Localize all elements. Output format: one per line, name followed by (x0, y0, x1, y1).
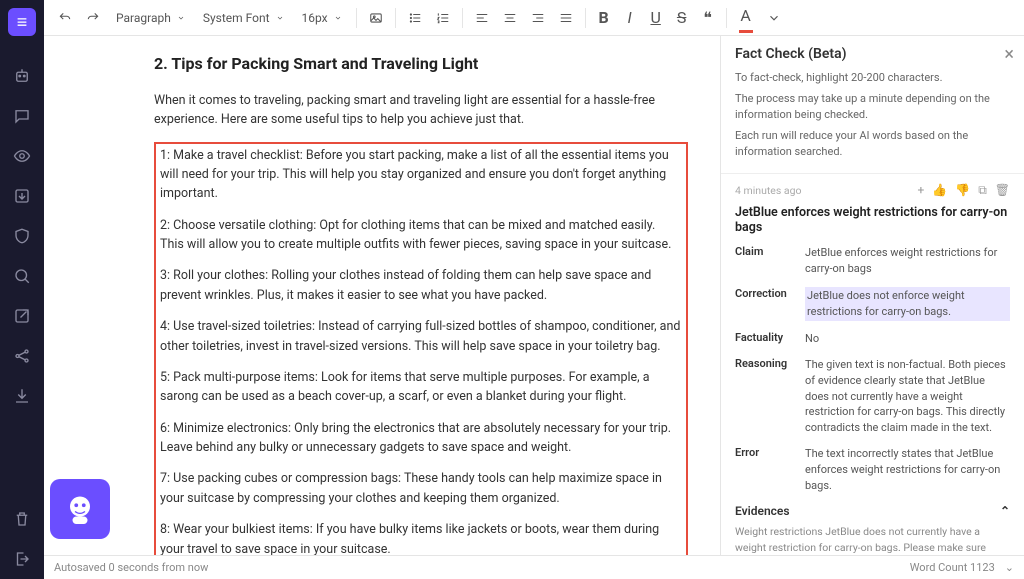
list-item: 6: Minimize electronics: Only bring the … (160, 419, 682, 458)
list-item: 1: Make a travel checklist: Before you s… (160, 146, 682, 204)
list-item: 2: Choose versatile clothing: Opt for cl… (160, 216, 682, 255)
search-icon[interactable] (6, 260, 38, 292)
reasoning-label: Reasoning (735, 357, 797, 437)
bot-icon[interactable] (6, 60, 38, 92)
bold-button[interactable]: B (592, 5, 616, 31)
fontsize-dropdown[interactable]: 16px (294, 8, 350, 28)
evidence-text: Weight restrictions JetBlue does not cur… (735, 524, 1010, 555)
download-icon[interactable] (6, 380, 38, 412)
claim-label: Claim (735, 245, 797, 277)
evidences-toggle[interactable]: Evidences⌃ (735, 504, 1010, 518)
factuality-value: No (805, 331, 1010, 347)
reasoning-value: The given text is non-factual. Both piec… (805, 357, 1010, 437)
error-label: Error (735, 446, 797, 494)
redo-button[interactable] (80, 5, 106, 31)
close-panel-button[interactable]: × (1004, 44, 1014, 65)
underline-button[interactable]: U (644, 5, 668, 31)
highlighted-list: 1: Make a travel checklist: Before you s… (154, 142, 688, 555)
external-icon[interactable] (6, 300, 38, 332)
thumbs-down-icon[interactable]: 👎 (955, 183, 970, 198)
align-right-button[interactable] (525, 5, 551, 31)
image-button[interactable] (363, 5, 389, 31)
result-title: JetBlue enforces weight restrictions for… (735, 205, 1010, 235)
word-count: Word Count 1123 (910, 561, 995, 574)
correction-value: JetBlue does not enforce weight restrict… (805, 287, 1010, 321)
document-editor[interactable]: 2. Tips for Packing Smart and Traveling … (44, 36, 720, 555)
share-icon[interactable] (6, 340, 38, 372)
error-value: The text incorrectly states that JetBlue… (805, 446, 1010, 494)
font-dropdown[interactable]: System Font (195, 8, 292, 28)
app-sidebar: ≡ (0, 0, 44, 579)
claim-value: JetBlue enforces weight restrictions for… (805, 245, 1010, 277)
strike-button[interactable]: S (670, 5, 694, 31)
panel-title: Fact Check (Beta) (735, 46, 1010, 62)
italic-button[interactable]: I (618, 5, 642, 31)
logout-icon[interactable] (6, 543, 38, 575)
autosave-status: Autosaved 0 seconds from now (54, 561, 208, 574)
chat-icon[interactable] (6, 100, 38, 132)
bullets-button[interactable] (402, 5, 428, 31)
numbered-button[interactable] (430, 5, 456, 31)
list-item: 5: Pack multi-purpose items: Look for it… (160, 368, 682, 407)
chevron-up-icon: ⌃ (1000, 504, 1010, 518)
factuality-label: Factuality (735, 331, 797, 347)
app-logo[interactable]: ≡ (8, 8, 36, 36)
list-item: 8: Wear your bulkiest items: If you have… (160, 520, 682, 555)
text-color-button[interactable]: A (733, 5, 759, 31)
paragraph-dropdown[interactable]: Paragraph (108, 8, 193, 28)
correction-label: Correction (735, 287, 797, 321)
panel-hint: To fact-check, highlight 20-200 characte… (735, 70, 1010, 85)
status-bar: Autosaved 0 seconds from now Word Count … (44, 555, 1024, 579)
shield-icon[interactable] (6, 220, 38, 252)
chevron-down-icon[interactable]: ⌄ (1005, 561, 1014, 574)
panel-hint: The process may take up a minute dependi… (735, 91, 1010, 122)
editor-toolbar: Paragraph System Font 16px B I U S ❝ A (44, 0, 1024, 36)
list-item: 7: Use packing cubes or compression bags… (160, 469, 682, 508)
trash-sidebar-icon[interactable] (6, 503, 38, 535)
thumbs-up-icon[interactable]: 👍 (932, 183, 947, 198)
doc-intro: When it comes to traveling, packing smar… (154, 91, 688, 130)
list-item: 4: Use travel-sized toiletries: Instead … (160, 317, 682, 356)
panel-hint: Each run will reduce your AI words based… (735, 128, 1010, 159)
align-left-button[interactable] (469, 5, 495, 31)
list-item: 3: Roll your clothes: Rolling your cloth… (160, 266, 682, 305)
fact-check-panel: × Fact Check (Beta) To fact-check, highl… (720, 36, 1024, 555)
doc-heading: 2. Tips for Packing Smart and Traveling … (154, 52, 688, 77)
more-dropdown[interactable] (761, 5, 787, 31)
eye-icon[interactable] (6, 140, 38, 172)
align-center-button[interactable] (497, 5, 523, 31)
result-actions: + 👍 👎 ⧉ 🗑 (917, 183, 1010, 198)
trash-icon[interactable]: 🗑 (995, 183, 1010, 198)
main-area: Paragraph System Font 16px B I U S ❝ A (44, 0, 1024, 579)
quote-button[interactable]: ❝ (696, 5, 720, 31)
copy-icon[interactable]: ⧉ (978, 183, 987, 198)
add-icon[interactable]: + (917, 183, 924, 198)
undo-button[interactable] (52, 5, 78, 31)
align-justify-button[interactable] (553, 5, 579, 31)
assistant-avatar[interactable] (50, 479, 110, 539)
import-icon[interactable] (6, 180, 38, 212)
